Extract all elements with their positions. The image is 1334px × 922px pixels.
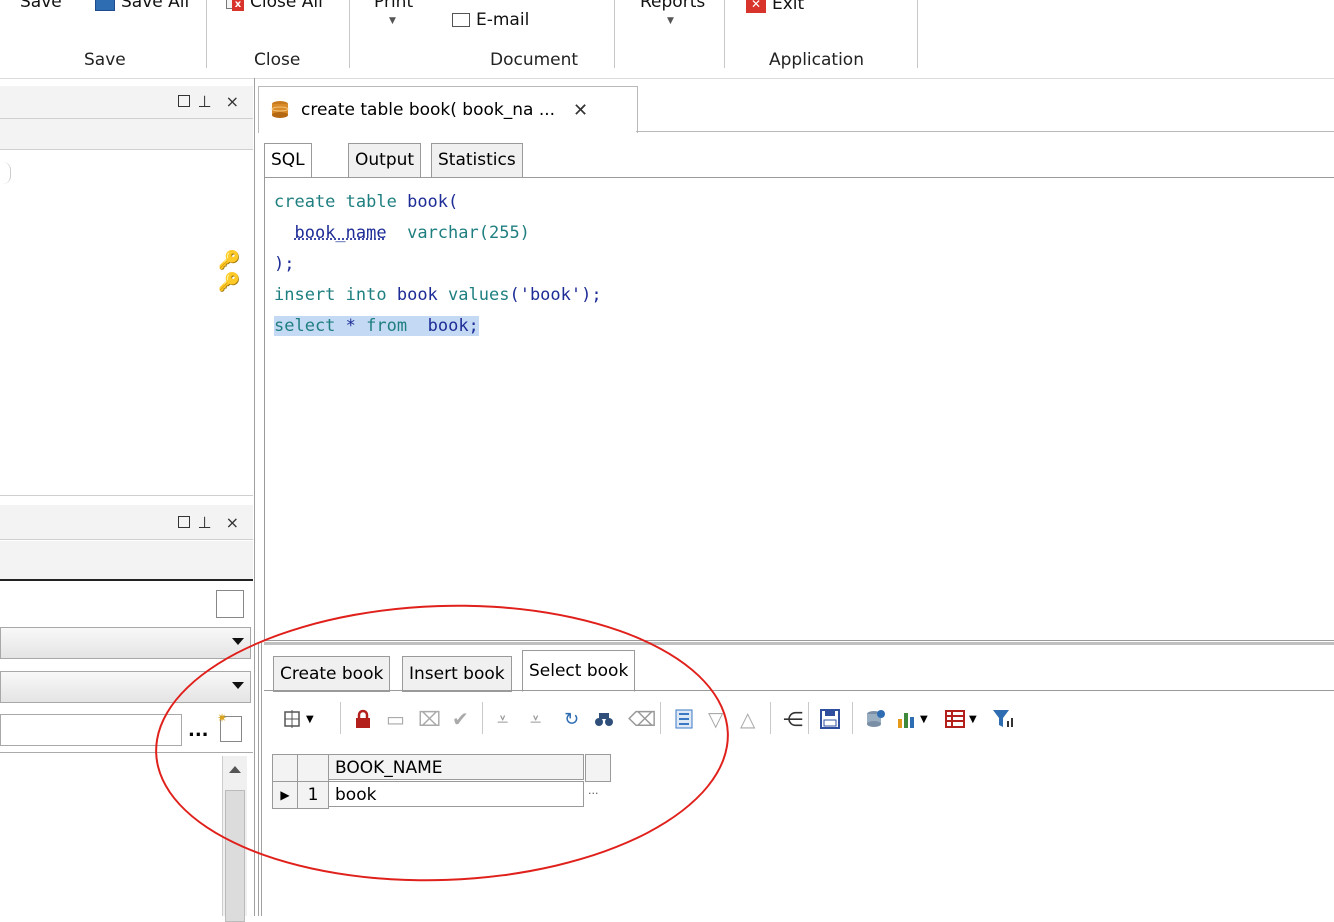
chevron-down-icon	[232, 638, 244, 645]
chevron-down-icon	[232, 682, 244, 689]
exit-icon: ✕	[746, 0, 766, 13]
save-label: Save	[20, 0, 62, 12]
email-label: E-mail	[476, 10, 529, 30]
close-icon[interactable]: ×	[226, 92, 245, 111]
database-icon	[269, 99, 291, 121]
lock-icon[interactable]	[354, 704, 372, 734]
left-panel-strip	[0, 541, 253, 581]
sort-ascending-icon[interactable]: △	[740, 704, 755, 734]
close-all-icon: x	[226, 0, 244, 11]
document-tab-title: create table book( book_na ...	[301, 100, 555, 120]
maximize-icon[interactable]	[178, 516, 190, 528]
key-icon: 🔑	[218, 250, 240, 271]
print-dropdown-arrow-icon[interactable]: ▼	[389, 16, 396, 26]
close-tab-icon[interactable]: ✕	[573, 100, 588, 121]
tab-insert-book[interactable]: Insert book	[402, 656, 512, 692]
grid-corner	[272, 754, 298, 782]
combo-box-2[interactable]	[0, 671, 251, 703]
chart-icon[interactable]: ▼	[896, 704, 928, 734]
browse-button[interactable]: ...	[188, 720, 209, 741]
left-panel-toolbar	[0, 119, 253, 150]
delete-record-icon[interactable]: ⌧	[418, 704, 441, 734]
left-panel-header-top: ⊥ ×	[0, 86, 253, 119]
vertical-scrollbar[interactable]	[222, 756, 247, 916]
sql-line-5: select * from book;	[274, 311, 479, 342]
eraser-icon[interactable]: ⌫	[628, 704, 656, 734]
refresh-icon[interactable]: ↻	[564, 704, 579, 734]
filter-icon[interactable]	[992, 704, 1014, 734]
checkbox[interactable]	[216, 590, 244, 618]
tab-output[interactable]: Output	[348, 143, 421, 178]
grid-row-num-header	[297, 754, 329, 782]
maximize-icon[interactable]	[178, 95, 190, 107]
key-icon: 🔑	[218, 272, 240, 293]
pin-icon[interactable]: ⊥	[198, 92, 218, 111]
sql-editor[interactable]: create table book( book_name varchar(255…	[264, 177, 1334, 641]
form-view-icon[interactable]	[675, 704, 693, 734]
left-panel-tree: 🔑 🔑	[0, 150, 253, 496]
left-panel-header-bottom: ⊥ ×	[0, 505, 253, 540]
sql-line-1: create table book(	[274, 187, 458, 218]
reports-label: Reports	[640, 0, 705, 12]
print-button[interactable]: Print	[374, 0, 413, 12]
pin-icon[interactable]: ⊥	[198, 513, 218, 532]
post-edit-icon[interactable]: ✔	[452, 704, 469, 734]
scroll-up-icon[interactable]	[229, 766, 241, 773]
reports-dropdown-arrow-icon[interactable]: ▼	[667, 16, 674, 26]
last-record-icon[interactable]: ⩡	[530, 704, 541, 734]
exit-label: Exit	[772, 0, 804, 14]
tab-create-book[interactable]: Create book	[273, 656, 390, 692]
ribbon-group-close: Close	[254, 50, 300, 70]
reports-button[interactable]: Reports	[640, 0, 705, 12]
sql-line-2: book_name varchar(255)	[274, 218, 530, 249]
print-label: Print	[374, 0, 413, 12]
email-button[interactable]: E-mail	[452, 10, 529, 30]
result-grid[interactable]: BOOK_NAME ▶ 1 book ...	[272, 754, 612, 812]
close-all-button[interactable]: x Close All	[226, 0, 323, 12]
horizontal-splitter[interactable]	[264, 642, 1334, 645]
row-indicator-icon: ▶	[272, 781, 298, 809]
tree-scroll-stub	[0, 162, 11, 184]
close-all-label: Close All	[250, 0, 323, 12]
close-icon[interactable]: ×	[226, 513, 245, 532]
sql-line-3: );	[274, 249, 294, 280]
ribbon-group-document: Document	[490, 50, 578, 70]
combo-box-1[interactable]	[0, 627, 251, 659]
save-results-icon[interactable]	[820, 704, 840, 734]
filter-input[interactable]	[0, 714, 182, 746]
column-header-book-name[interactable]: BOOK_NAME	[328, 754, 584, 780]
email-icon	[452, 13, 470, 27]
new-item-icon[interactable]: ✷	[220, 716, 242, 742]
document-tab[interactable]: create table book( book_na ... ✕	[258, 86, 638, 133]
table-view-icon[interactable]: ▼	[945, 704, 977, 734]
ribbon-group-application: Application	[769, 50, 864, 70]
tree-view-icon[interactable]: ⋲	[783, 704, 803, 734]
tab-select-book[interactable]: Select book	[522, 650, 635, 692]
cell-ellipsis-button[interactable]: ...	[588, 784, 599, 797]
save-all-icon	[95, 0, 115, 11]
save-button[interactable]: Save	[20, 0, 62, 12]
insert-record-icon[interactable]: ▭	[386, 704, 405, 734]
grid-column-filler	[585, 754, 611, 782]
sql-line-4: insert into book values('book');	[274, 280, 602, 311]
cell-book-name[interactable]: book	[328, 781, 584, 807]
ribbon-group-save: Save	[84, 50, 126, 70]
tab-sql[interactable]: SQL	[264, 143, 312, 178]
exit-button[interactable]: ✕ Exit	[746, 0, 804, 14]
find-icon[interactable]	[594, 704, 614, 734]
grid-options-icon[interactable]: ▼	[282, 704, 314, 734]
sort-descending-icon[interactable]: ▽	[708, 704, 723, 734]
save-all-button[interactable]: Save All	[95, 0, 189, 12]
ribbon: Save Save All x Close All Print ▼ E-mail…	[0, 0, 1334, 79]
scroll-thumb[interactable]	[225, 790, 245, 922]
tab-statistics[interactable]: Statistics	[431, 143, 523, 178]
database-export-icon[interactable]	[866, 704, 886, 734]
save-all-label: Save All	[121, 0, 189, 12]
row-number: 1	[297, 781, 329, 809]
first-record-icon[interactable]: ⩡	[497, 704, 508, 734]
